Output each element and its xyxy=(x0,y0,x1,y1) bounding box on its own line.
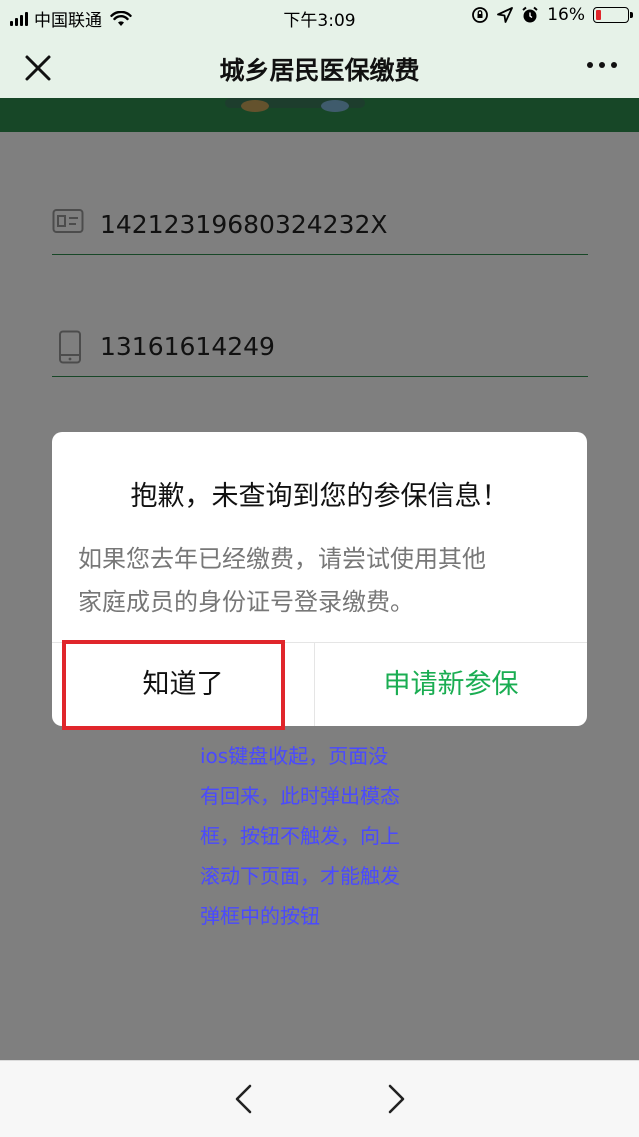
apply-new-insurance-button[interactable]: 申请新参保 xyxy=(315,643,587,726)
bottom-toolbar xyxy=(0,1060,639,1137)
dialog-message-line: 家庭成员的身份证号登录缴费。 xyxy=(78,588,414,616)
battery-percent: 16% xyxy=(547,5,585,25)
status-bar: 中国联通 下午3:09 16% xyxy=(0,0,639,34)
annotation-line: 框，按钮不触发，向上 xyxy=(200,824,400,848)
dialog-message: 如果您去年已经缴费，请尝试使用其他 家庭成员的身份证号登录缴费。 xyxy=(78,538,568,624)
annotation-line: 有回来，此时弹出模态 xyxy=(200,784,400,808)
forward-arrow-icon[interactable] xyxy=(384,1083,408,1115)
location-icon xyxy=(497,7,514,23)
highlight-annotation xyxy=(62,640,285,730)
status-right: 16% xyxy=(471,5,633,25)
page-title: 城乡居民医保缴费 xyxy=(219,56,420,85)
annotation-line: 弹框中的按钮 xyxy=(200,904,320,928)
more-options-icon[interactable] xyxy=(587,62,617,68)
back-arrow-icon[interactable] xyxy=(232,1083,256,1115)
dialog-title: 抱歉，未查询到您的参保信息！ xyxy=(130,481,509,512)
dialog-message-line: 如果您去年已经缴费，请尝试使用其他 xyxy=(78,545,486,573)
battery-tip xyxy=(630,12,633,18)
battery-icon xyxy=(593,7,633,23)
alarm-icon xyxy=(522,6,538,23)
navigation-bar: 城乡居民医保缴费 xyxy=(0,34,639,98)
battery-level xyxy=(596,10,601,20)
annotation-line: 滚动下页面，才能触发 xyxy=(200,864,400,888)
orientation-lock-icon xyxy=(472,7,489,23)
annotation-line: ios键盘收起，页面没 xyxy=(200,744,389,768)
annotation-note: ios键盘收起，页面没 有回来，此时弹出模态 框，按钮不触发，向上 滚动下页面，… xyxy=(200,736,430,936)
